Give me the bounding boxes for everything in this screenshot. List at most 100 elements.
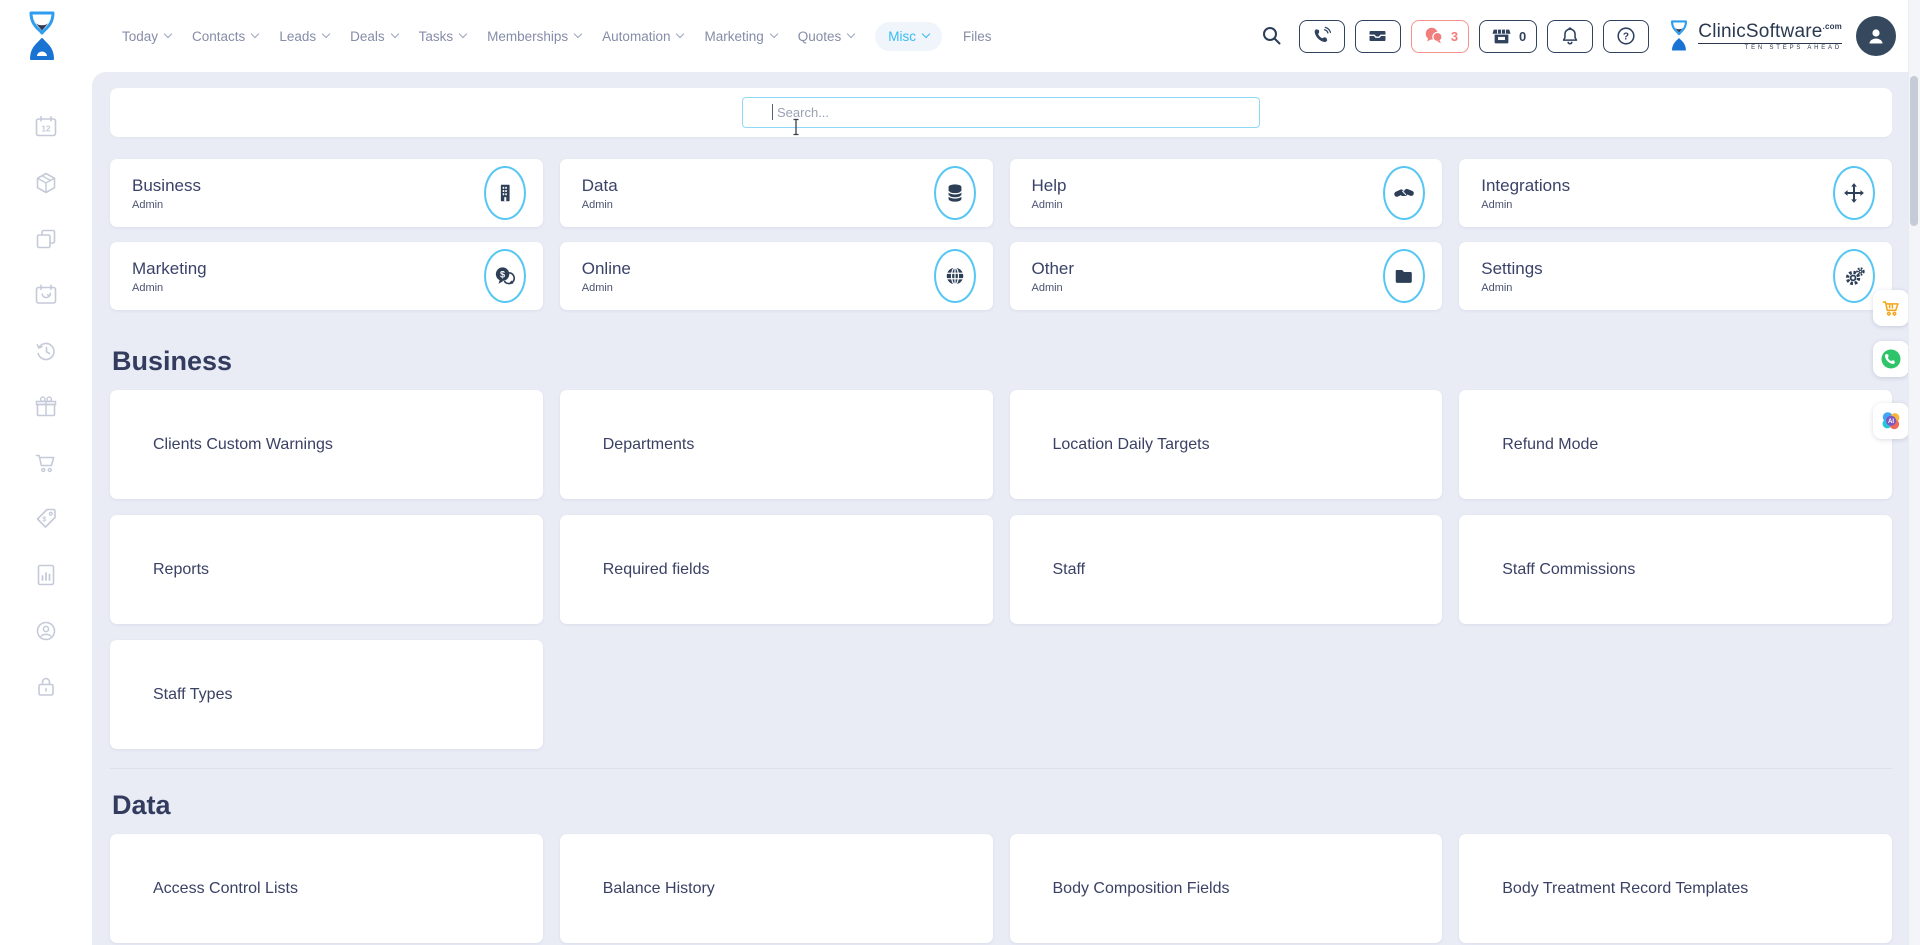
category-subtitle: Admin bbox=[1032, 199, 1443, 211]
category-card-online[interactable]: Online Admin bbox=[560, 242, 993, 310]
svg-text:$: $ bbox=[42, 517, 46, 524]
item-card-access-control-lists[interactable]: Access Control Lists bbox=[110, 834, 543, 943]
notifications-button[interactable] bbox=[1547, 20, 1593, 53]
item-card-staff-commissions[interactable]: Staff Commissions bbox=[1459, 515, 1892, 624]
category-title: Data bbox=[582, 176, 993, 196]
report-chart-icon bbox=[33, 562, 59, 588]
floating-cart-button[interactable] bbox=[1873, 290, 1909, 326]
sidebar-item-reports[interactable] bbox=[33, 562, 59, 588]
building-icon bbox=[494, 182, 516, 204]
phone-calls-button[interactable] bbox=[1299, 20, 1345, 53]
category-card-integrations[interactable]: Integrations Admin bbox=[1459, 159, 1892, 227]
category-card-business[interactable]: Business Admin bbox=[110, 159, 543, 227]
category-subtitle: Admin bbox=[582, 282, 993, 294]
shop-register-button[interactable]: 0 bbox=[1479, 20, 1537, 53]
category-title: Marketing bbox=[132, 259, 543, 279]
category-card-other[interactable]: Other Admin bbox=[1010, 242, 1443, 310]
chevron-down-icon bbox=[390, 30, 398, 38]
help-button[interactable]: ? bbox=[1603, 20, 1649, 53]
main-nav: Today Contacts Leads Deals Tasks Members… bbox=[122, 0, 992, 72]
folder-icon bbox=[1393, 265, 1415, 287]
brand-tld: .com bbox=[1823, 22, 1842, 31]
sidebar-item-duplicates[interactable] bbox=[33, 226, 59, 252]
lock-icon bbox=[33, 674, 59, 700]
nav-item-leads[interactable]: Leads bbox=[279, 29, 329, 44]
category-card-help[interactable]: Help Admin bbox=[1010, 159, 1443, 227]
category-card-data[interactable]: Data Admin bbox=[560, 159, 993, 227]
item-card-refund-mode[interactable]: Refund Mode bbox=[1459, 390, 1892, 499]
nav-item-deals[interactable]: Deals bbox=[350, 29, 398, 44]
item-card-body-treatment-record-templates[interactable]: Body Treatment Record Templates bbox=[1459, 834, 1892, 943]
storefront-icon bbox=[1490, 25, 1513, 47]
chat-messages-button[interactable]: 3 bbox=[1411, 20, 1469, 53]
business-items-grid: Clients Custom Warnings Departments Loca… bbox=[110, 390, 1892, 749]
inbox-button[interactable] bbox=[1355, 20, 1401, 53]
sidebar-item-calendar[interactable]: 12 bbox=[33, 114, 59, 140]
item-label: Staff Types bbox=[153, 686, 232, 704]
user-avatar[interactable] bbox=[1856, 16, 1896, 56]
category-card-settings[interactable]: Settings Admin bbox=[1459, 242, 1892, 310]
sidebar-item-gifts[interactable] bbox=[33, 394, 59, 420]
nav-item-contacts[interactable]: Contacts bbox=[192, 29, 258, 44]
category-card-marketing[interactable]: Marketing Admin $ bbox=[110, 242, 543, 310]
brand-tagline: TEN STEPS AHEAD bbox=[1698, 43, 1842, 51]
app-logo-hourglass-icon[interactable] bbox=[23, 9, 61, 68]
category-title: Business bbox=[132, 176, 543, 196]
nav-item-misc[interactable]: Misc bbox=[875, 22, 942, 51]
floating-ai-button[interactable]: AI bbox=[1873, 403, 1909, 439]
item-card-required-fields[interactable]: Required fields bbox=[560, 515, 993, 624]
ai-icon: AI bbox=[1878, 408, 1904, 434]
nav-label: Deals bbox=[350, 29, 385, 44]
item-card-body-composition-fields[interactable]: Body Composition Fields bbox=[1010, 834, 1443, 943]
nav-item-marketing[interactable]: Marketing bbox=[704, 29, 776, 44]
category-icon-ring bbox=[1383, 249, 1425, 303]
section-heading-business: Business bbox=[112, 344, 1892, 378]
sidebar-item-pricing[interactable]: $ bbox=[33, 506, 59, 532]
item-card-balance-history[interactable]: Balance History bbox=[560, 834, 993, 943]
gift-icon bbox=[33, 394, 59, 420]
item-card-location-daily-targets[interactable]: Location Daily Targets bbox=[1010, 390, 1443, 499]
sidebar-item-history[interactable] bbox=[33, 338, 59, 364]
item-card-departments[interactable]: Departments bbox=[560, 390, 993, 499]
globe-icon bbox=[944, 265, 966, 287]
sidebar-item-shop[interactable] bbox=[33, 450, 59, 476]
brand-logo[interactable]: ClinicSoftware.com TEN STEPS AHEAD bbox=[1667, 18, 1842, 54]
item-card-reports[interactable]: Reports bbox=[110, 515, 543, 624]
section-divider bbox=[110, 768, 1892, 769]
shop-count-badge: 0 bbox=[1519, 29, 1526, 44]
item-label: Staff bbox=[1053, 561, 1086, 579]
search-input[interactable] bbox=[742, 97, 1260, 128]
nav-item-quotes[interactable]: Quotes bbox=[798, 29, 855, 44]
chevron-down-icon bbox=[847, 30, 855, 38]
nav-label: Leads bbox=[279, 29, 316, 44]
nav-item-files[interactable]: Files bbox=[963, 29, 992, 44]
sidebar-item-packages[interactable] bbox=[33, 170, 59, 196]
nav-item-automation[interactable]: Automation bbox=[602, 29, 683, 44]
category-icon-ring: $ bbox=[484, 249, 526, 303]
shopping-cart-icon bbox=[33, 450, 59, 476]
item-label: Location Daily Targets bbox=[1053, 436, 1210, 454]
sidebar-item-account[interactable] bbox=[33, 618, 59, 644]
cart-icon bbox=[1880, 297, 1902, 319]
item-label: Body Composition Fields bbox=[1053, 880, 1230, 898]
item-label: Reports bbox=[153, 561, 209, 579]
brand-hourglass-icon bbox=[1667, 18, 1691, 54]
nav-item-memberships[interactable]: Memberships bbox=[487, 29, 581, 44]
sidebar-item-security[interactable] bbox=[33, 674, 59, 700]
nav-label: Memberships bbox=[487, 29, 568, 44]
phone-icon bbox=[1311, 25, 1333, 47]
floating-whatsapp-button[interactable] bbox=[1873, 341, 1909, 377]
header-search-button[interactable] bbox=[1261, 25, 1283, 47]
sidebar-item-calendar-sync[interactable] bbox=[33, 282, 59, 308]
item-card-staff-types[interactable]: Staff Types bbox=[110, 640, 543, 749]
nav-item-tasks[interactable]: Tasks bbox=[419, 29, 467, 44]
category-subtitle: Admin bbox=[132, 199, 543, 211]
brand-name: ClinicSoftware bbox=[1698, 21, 1822, 42]
nav-item-today[interactable]: Today bbox=[122, 29, 171, 44]
item-card-clients-custom-warnings[interactable]: Clients Custom Warnings bbox=[110, 390, 543, 499]
dollar-chat-icon: $ bbox=[493, 265, 516, 288]
scrollbar-thumb[interactable] bbox=[1910, 76, 1918, 226]
item-card-staff[interactable]: Staff bbox=[1010, 515, 1443, 624]
calendar-refresh-icon bbox=[33, 282, 59, 308]
category-icon-ring bbox=[934, 249, 976, 303]
